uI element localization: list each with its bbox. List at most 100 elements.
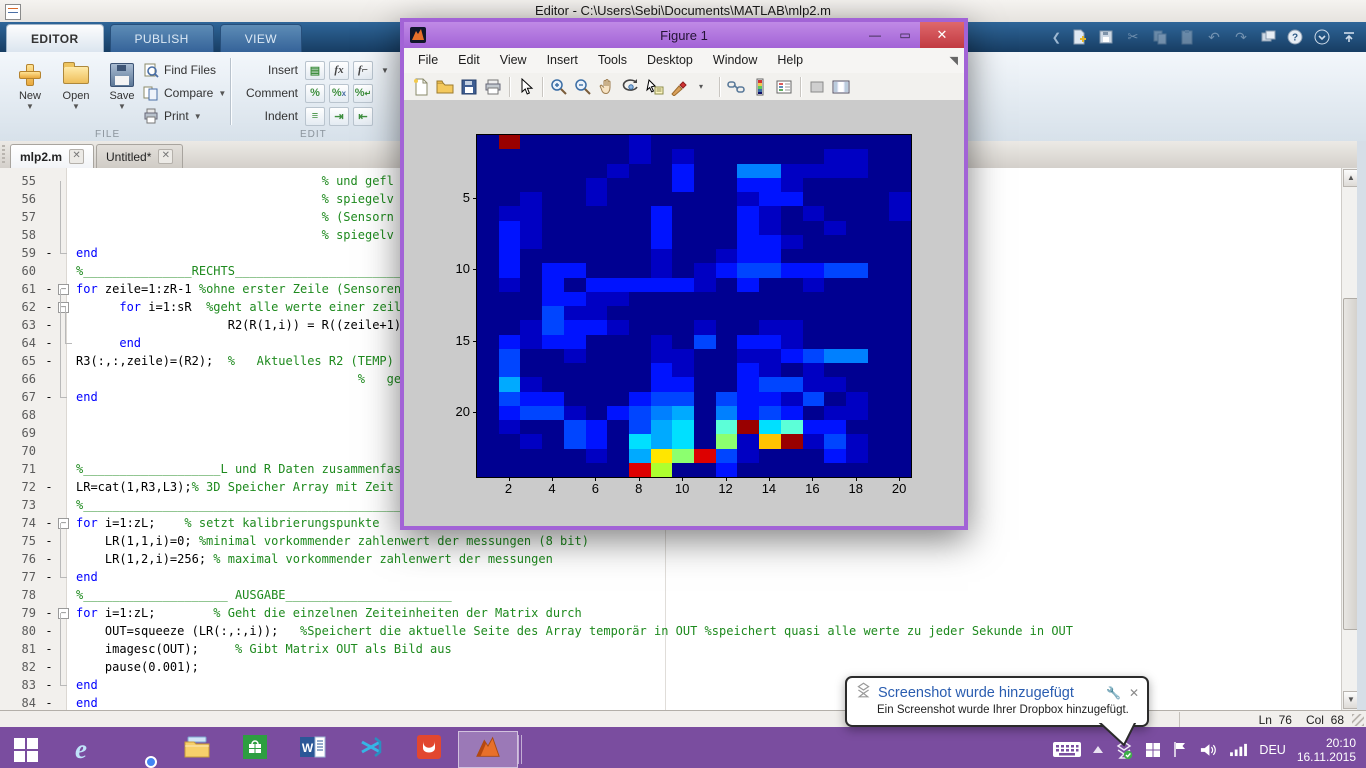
pan-icon[interactable] xyxy=(595,76,619,98)
taskbar-app-visual-studio[interactable] xyxy=(342,731,400,768)
taskbar-app-windows-store[interactable] xyxy=(226,731,284,768)
line-number: 59 xyxy=(0,244,42,262)
help-icon[interactable]: ? xyxy=(1286,28,1304,46)
indent-right-icon[interactable]: ⇥ xyxy=(329,107,349,126)
code-text: R2(R(1,i)) = R((zeile+1),i); xyxy=(72,316,430,334)
cursor-icon[interactable] xyxy=(514,76,538,98)
taskbar-app-word[interactable]: W xyxy=(284,731,342,768)
tab-close-icon[interactable]: ✕ xyxy=(69,149,84,164)
figure-menu-insert[interactable]: Insert xyxy=(537,48,588,73)
figure-menu-view[interactable]: View xyxy=(490,48,537,73)
line-number: 82 xyxy=(0,658,42,676)
smart-indent-icon[interactable]: ≡ xyxy=(305,107,325,126)
heatmap-cell xyxy=(889,392,911,406)
windows-tray-icon[interactable] xyxy=(1145,742,1161,758)
insert-section-icon[interactable]: ▤ xyxy=(305,61,325,80)
cut-icon[interactable]: ✂ xyxy=(1124,28,1142,46)
notification-settings-icon[interactable]: 🔧 xyxy=(1106,686,1121,700)
insert-function-icon[interactable]: fx xyxy=(329,61,349,80)
figure-menu-desktop[interactable]: Desktop xyxy=(637,48,703,73)
figure-minimize-button[interactable]: — xyxy=(860,22,890,48)
heatmap-cell xyxy=(629,292,651,306)
figure-menu-window[interactable]: Window xyxy=(703,48,767,73)
chevron-left-icon[interactable]: ❮ xyxy=(1052,31,1061,44)
new-script-icon[interactable] xyxy=(1070,28,1088,46)
redo-icon[interactable]: ↷ xyxy=(1232,28,1250,46)
executable-dash: - xyxy=(42,298,56,316)
start-button[interactable] xyxy=(0,731,52,768)
figure-titlebar[interactable]: Figure 1 — ▭ ✕ xyxy=(404,22,964,48)
heatmap-cell xyxy=(607,406,629,420)
new-doc-icon[interactable] xyxy=(409,76,433,98)
indent-left-icon[interactable]: ⇤ xyxy=(353,107,373,126)
data-cursor-icon[interactable] xyxy=(643,76,667,98)
save-icon[interactable] xyxy=(457,76,481,98)
figure-maximize-button[interactable]: ▭ xyxy=(890,22,920,48)
figure-window[interactable]: Figure 1 — ▭ ✕ FileEditViewInsertToolsDe… xyxy=(400,18,968,530)
heatmap-cell xyxy=(477,206,499,220)
insert-legend-icon[interactable] xyxy=(772,76,796,98)
figure-close-button[interactable]: ✕ xyxy=(920,22,964,48)
taskbar-app-file-explorer[interactable] xyxy=(168,731,226,768)
insert-fi-icon[interactable]: f⌐ xyxy=(353,61,373,80)
heatmap-cell xyxy=(889,192,911,206)
speaker-tray-icon[interactable] xyxy=(1199,742,1218,758)
link-plots-icon[interactable] xyxy=(724,76,748,98)
editor-scrollbar[interactable]: ▲ ▼ xyxy=(1341,168,1358,710)
show-plot-tools-icon[interactable] xyxy=(829,76,853,98)
save-button[interactable]: Save▼ xyxy=(102,60,142,111)
brush-icon[interactable] xyxy=(667,76,691,98)
uncomment-icon[interactable]: %x xyxy=(329,84,349,103)
insert-colorbar-icon[interactable] xyxy=(748,76,772,98)
switch-windows-icon[interactable] xyxy=(1259,28,1277,46)
flag-tray-icon[interactable] xyxy=(1172,741,1188,758)
taskbar-app-matlab[interactable] xyxy=(458,731,518,768)
figure-menu-tools[interactable]: Tools xyxy=(588,48,637,73)
copy-icon[interactable] xyxy=(1151,28,1169,46)
find-files-button[interactable]: Find Files xyxy=(142,60,216,80)
print-button[interactable]: Print▼ xyxy=(142,106,202,126)
paste-icon[interactable] xyxy=(1178,28,1196,46)
dropbox-notification[interactable]: Screenshot wurde hinzugefügt 🔧 ✕ Ein Scr… xyxy=(845,676,1149,727)
ribbon-tab-view[interactable]: VIEW xyxy=(220,24,302,52)
comment-icon[interactable]: % xyxy=(305,84,325,103)
save-icon[interactable] xyxy=(1097,28,1115,46)
open-button[interactable]: Open▼ xyxy=(56,60,96,111)
notification-close-icon[interactable]: ✕ xyxy=(1129,686,1139,700)
minimize-ribbon-icon[interactable] xyxy=(1313,28,1331,46)
language-indicator[interactable]: DEU xyxy=(1259,743,1285,757)
hide-plot-tools-icon[interactable] xyxy=(805,76,829,98)
heatmap-cell xyxy=(520,306,542,320)
rotate3d-icon[interactable] xyxy=(619,76,643,98)
figure-menu-help[interactable]: Help xyxy=(767,48,813,73)
taskbar-app-internet-explorer[interactable]: e xyxy=(52,731,110,768)
wrap-comment-icon[interactable]: %↵ xyxy=(353,84,373,103)
doc-tab-mlp2m[interactable]: mlp2.m✕ xyxy=(10,144,94,168)
undo-icon[interactable]: ↶ xyxy=(1205,28,1223,46)
taskbar-app-chrome[interactable] xyxy=(110,731,168,768)
resize-grip[interactable] xyxy=(1352,714,1364,726)
tab-close-icon[interactable]: ✕ xyxy=(158,149,173,164)
open-folder-icon[interactable] xyxy=(433,76,457,98)
taskbar-app-uplay[interactable] xyxy=(400,731,458,768)
ribbon-tab-editor[interactable]: EDITOR xyxy=(6,24,104,52)
new-button[interactable]: New▼ xyxy=(10,60,50,111)
keyboard-tray-icon[interactable] xyxy=(1052,741,1082,758)
heatmap-cell xyxy=(824,178,846,192)
heatmap-cell xyxy=(542,221,564,235)
collapse-ribbon-icon[interactable] xyxy=(1340,28,1358,46)
zoom-out-icon[interactable] xyxy=(571,76,595,98)
dock-figure-icon[interactable]: ◥ xyxy=(950,54,958,67)
clock[interactable]: 20:1016.11.2015 xyxy=(1297,736,1356,764)
chevron-up-icon[interactable] xyxy=(1093,746,1103,753)
figure-menu-file[interactable]: File xyxy=(408,48,448,73)
ribbon-tab-publish[interactable]: PUBLISH xyxy=(110,24,214,52)
heatmap-cell xyxy=(499,420,521,434)
network-tray-icon[interactable] xyxy=(1229,742,1248,757)
print-icon[interactable] xyxy=(481,76,505,98)
doc-tab-Untitled[interactable]: Untitled*✕ xyxy=(96,144,183,168)
zoom-in-icon[interactable] xyxy=(547,76,571,98)
figure-menu-edit[interactable]: Edit xyxy=(448,48,490,73)
caret-icon[interactable]: ▾ xyxy=(691,76,715,98)
compare-button[interactable]: Compare▼ xyxy=(142,83,226,103)
